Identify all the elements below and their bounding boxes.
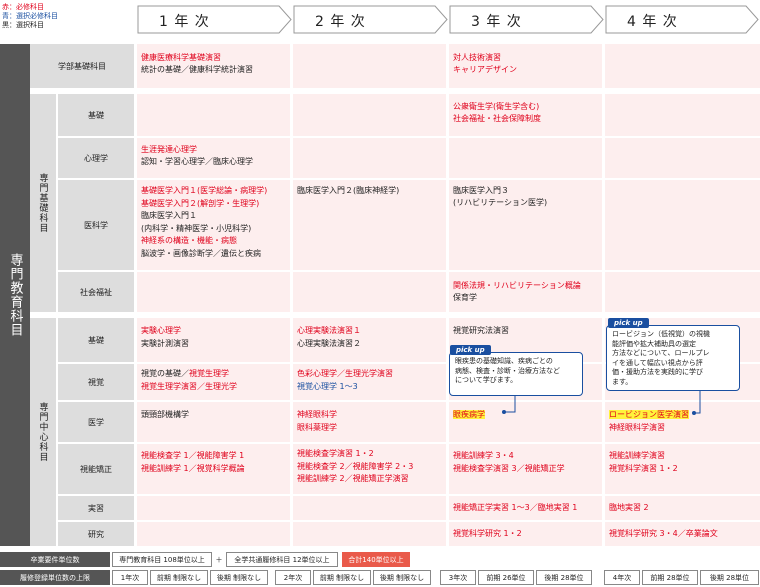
curriculum-map: { "legend": {"red":"赤：必修科目","blue":"青：選択… [0, 0, 760, 587]
registration-cap-label: 履修登録単位数の上限 [0, 570, 110, 585]
cap-year1-first: 前期 制限なし [150, 570, 208, 585]
req-general: 全学共通履修科目 12単位以上 [226, 552, 338, 567]
cell-orthoptics-y4: 視能訓練学演習 視覚科学演習 1・2 [605, 444, 760, 494]
cell-practice-y1 [137, 496, 290, 520]
cell-practice-y4: 臨地実習 2 [605, 496, 760, 520]
cell-medicine-y4: ロービジョン医学演習 神経眼科学演習 [605, 402, 760, 442]
cell-medical-y2: 臨床医学入門２(臨床神経学) [293, 180, 446, 270]
cell-orthoptics-y3: 視能訓練学 3・4 視能検査学演習 3／視能矯正学 [449, 444, 602, 494]
cell-basic-y1 [137, 94, 290, 136]
cell-medicine-y2: 神経眼科学 眼科薬理学 [293, 402, 446, 442]
pickup-tag-1: pick up [450, 345, 491, 355]
cap-year2-first: 前期 制限なし [313, 570, 371, 585]
year-header-3: 3 年 次 [449, 5, 605, 34]
req-total: 合計140単位以上 [342, 552, 410, 567]
cell-research-y2 [293, 522, 446, 546]
cap-year4-second: 後期 28単位 [700, 570, 759, 585]
cell-research-y3: 視覚科学研究 1・2 [449, 522, 602, 546]
cell-psychology-y4 [605, 138, 760, 178]
cell-basic-y4 [605, 94, 760, 136]
year-header-1: 1 年 次 [137, 5, 293, 34]
row-label-practice: 実習 [58, 496, 134, 520]
cell-core-basic-y1: 実験心理学 実験計測演習 [137, 318, 290, 362]
cap-year2-second: 後期 制限なし [373, 570, 431, 585]
pickup-low-vision: ロービジョン（低視覚）の視機 能評価や拡大補助具の選定 方法などについて、ロール… [606, 325, 740, 391]
cell-research-y4: 視覚科学研究 3・4／卒業論文 [605, 522, 760, 546]
cell-basic-y2 [293, 94, 446, 136]
cell-basic-y3: 公衆衛生学(衛生学含む) 社会福祉・社会保障制度 [449, 94, 602, 136]
pickup-tag-2: pick up [608, 318, 649, 328]
year-header-2: 2 年 次 [293, 5, 449, 34]
cap-year4-first: 前期 28単位 [642, 570, 698, 585]
row-label-faculty: 学部基礎科目 [30, 44, 134, 88]
row-label-vision: 視覚 [58, 364, 134, 400]
cell-medicine-y1: 頭頸部機構学 [137, 402, 290, 442]
row-label-orthoptics: 視能矯正 [58, 444, 134, 494]
highlight-eye-disease: 眼疾病学 [453, 410, 485, 419]
row-label-social-welfare: 社会福祉 [58, 272, 134, 312]
highlight-low-vision: ロービジョン医学演習 [609, 410, 689, 419]
cell-psychology-y1: 生涯発達心理学 認知・学習心理学／臨床心理学 [137, 138, 290, 178]
cap-year3-second: 後期 28単位 [536, 570, 592, 585]
cell-vision-y1: 視覚の基礎／視覚生理学 視覚生理学演習／生理光学 [137, 364, 290, 400]
cell-welfare-y2 [293, 272, 446, 312]
legend: 赤：必修科目 青：選択必修科目 黒：選択科目 [2, 3, 58, 30]
cell-psychology-y2 [293, 138, 446, 178]
pickup-eye-disease: 眼疾患の基礎知識、疾病ごとの 病態、検査・診断・治療方法など について学びます。 [449, 352, 583, 396]
legend-elective-required: 青：選択必修科目 [2, 12, 58, 20]
cell-medicine-y3: 眼疾病学 [449, 402, 602, 442]
cell-faculty-y4 [605, 44, 760, 88]
cell-faculty-y3: 対人技術演習 キャリアデザイン [449, 44, 602, 88]
cell-medical-y3: 臨床医学入門３ (リハビリテーション医学) [449, 180, 602, 270]
cap-year1: 1年次 [112, 570, 148, 585]
row-label-medical-science: 医科学 [58, 180, 134, 270]
cell-practice-y3: 視能矯正学実習 1〜3／臨地実習 1 [449, 496, 602, 520]
cell-faculty-y1: 健康医療科学基礎演習 統計の基礎／健康科学統計演習 [137, 44, 290, 88]
cell-practice-y2 [293, 496, 446, 520]
cell-medical-y1: 基礎医学入門１(医学総論・病理学) 基礎医学入門２(解剖学・生理学) 臨床医学入… [137, 180, 290, 270]
req-plus: ＋ [215, 555, 223, 564]
cell-psychology-y3 [449, 138, 602, 178]
cap-year3: 3年次 [440, 570, 476, 585]
cap-year3-first: 前期 26単位 [478, 570, 534, 585]
cell-welfare-y4 [605, 272, 760, 312]
year-header-4: 4 年 次 [605, 5, 760, 34]
pickup-connector-1 [502, 396, 516, 414]
row-label-medicine: 医学 [58, 402, 134, 442]
cell-faculty-y2 [293, 44, 446, 88]
row-label-core-basic: 基礎 [58, 318, 134, 362]
row-label-psychology: 心理学 [58, 138, 134, 178]
cell-orthoptics-y2: 視能検査学演習 1・2 視能検査学 2／視能障害学 2・3 視能訓練学 2／視能… [293, 444, 446, 494]
cell-orthoptics-y1: 視能検査学 1／視能障害学 1 視能訓練学 1／視覚科学概論 [137, 444, 290, 494]
req-specialized: 専門教育科目 108単位以上 [112, 552, 212, 567]
group-specialized-core: 専門中心科目 [30, 318, 56, 546]
pickup-connector-2 [692, 391, 701, 415]
cell-vision-y2: 色彩心理学／生理光学演習 視覚心理学 1〜3 [293, 364, 446, 400]
row-label-research: 研究 [58, 522, 134, 546]
graduation-requirement-label: 卒業要件単位数 [0, 552, 110, 567]
cell-welfare-y3: 関係法規・リハビリテーション概論 保育学 [449, 272, 602, 312]
cell-research-y1 [137, 522, 290, 546]
cap-year4: 4年次 [604, 570, 640, 585]
cell-core-basic-y2: 心理実験法演習１ 心理実験法演習２ [293, 318, 446, 362]
cap-year2: 2年次 [275, 570, 311, 585]
legend-required: 赤：必修科目 [2, 3, 44, 11]
legend-elective: 黒：選択科目 [2, 21, 44, 29]
category-specialized: 専門教育科目 [0, 44, 30, 546]
group-specialized-basic: 専門基礎科目 [30, 94, 56, 312]
cap-year1-second: 後期 制限なし [210, 570, 268, 585]
row-label-basic: 基礎 [58, 94, 134, 136]
cell-welfare-y1 [137, 272, 290, 312]
cell-medical-y4 [605, 180, 760, 270]
